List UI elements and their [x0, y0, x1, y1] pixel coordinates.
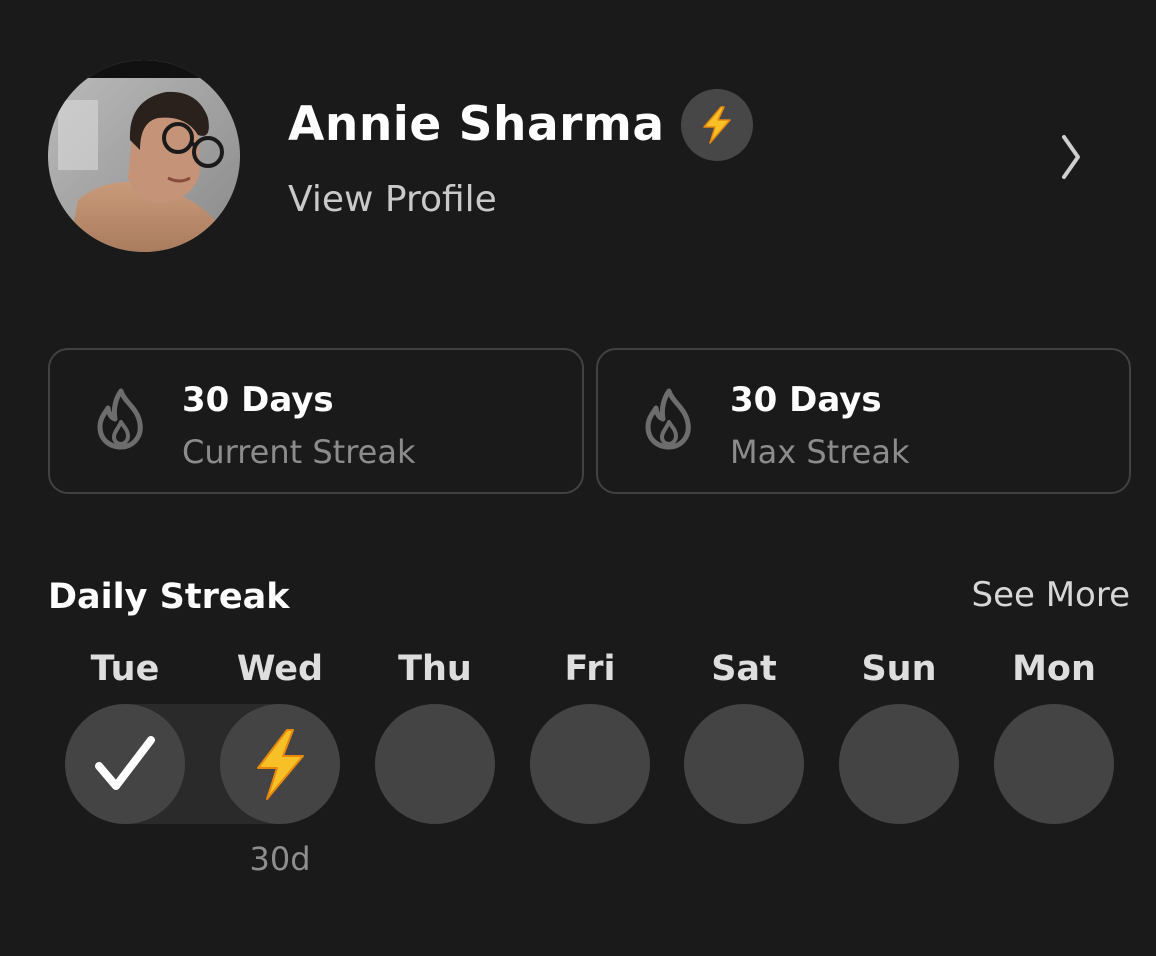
lightning-icon [257, 729, 304, 800]
day-label-fri: Fri [564, 649, 616, 689]
lightning-icon [703, 106, 731, 144]
day-circle-sun[interactable] [839, 704, 959, 824]
day-label-sun: Sun [861, 649, 937, 689]
current-streak-card[interactable]: 30 Days Current Streak [48, 348, 584, 494]
day-label-tue: Tue [90, 649, 160, 689]
see-more-link[interactable]: See More [971, 572, 1130, 618]
profile-name: Annie Sharma [288, 97, 665, 152]
day-circle-mon[interactable] [994, 704, 1114, 824]
max-streak-value: 30 Days [730, 380, 882, 420]
streak-day-count: 30d [249, 840, 311, 878]
chevron-right-icon[interactable] [1056, 131, 1086, 183]
max-streak-label: Max Streak [730, 433, 910, 471]
day-circle-wed-today[interactable] [220, 704, 340, 824]
day-label-mon: Mon [1012, 649, 1096, 689]
profile-header[interactable]: Annie Sharma View Profile [0, 0, 1156, 290]
max-streak-card[interactable]: 30 Days Max Streak [596, 348, 1131, 494]
daily-streak-title: Daily Streak [48, 577, 290, 617]
lightning-badge [681, 89, 753, 161]
current-streak-value: 30 Days [182, 380, 334, 420]
day-circle-tue-completed[interactable] [65, 704, 185, 824]
view-profile-link[interactable]: View Profile [288, 176, 497, 224]
day-circle-fri[interactable] [530, 704, 650, 824]
flame-icon [645, 388, 691, 450]
day-circle-sat[interactable] [684, 704, 804, 824]
current-streak-label: Current Streak [182, 433, 416, 471]
flame-icon [97, 388, 143, 450]
day-label-sat: Sat [711, 649, 777, 689]
avatar[interactable] [48, 60, 240, 252]
day-label-thu: Thu [398, 649, 472, 689]
day-label-wed: Wed [236, 649, 324, 689]
day-circle-thu[interactable] [375, 704, 495, 824]
checkmark-icon [95, 736, 155, 790]
